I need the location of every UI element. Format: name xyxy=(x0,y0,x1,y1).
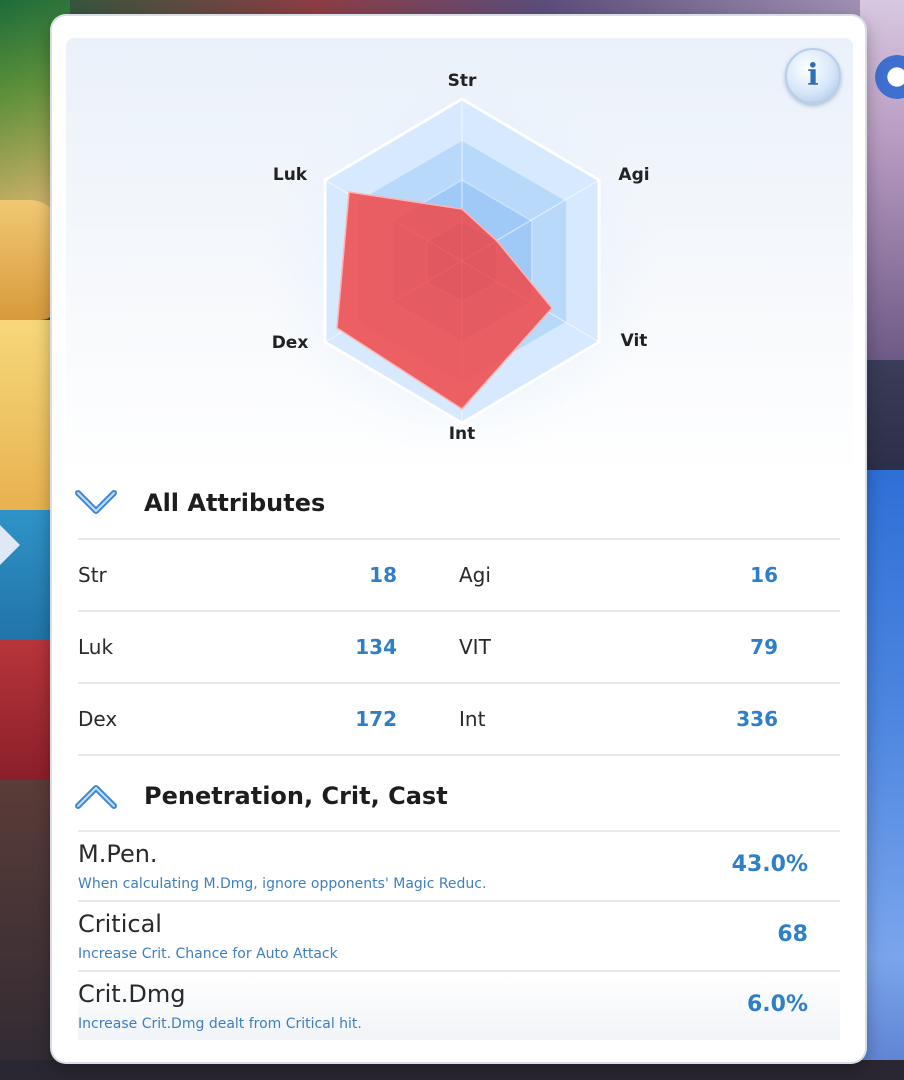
background-scenery xyxy=(860,470,904,1080)
attribute-name: Agi xyxy=(459,563,491,587)
list-item: Critical Increase Crit. Chance for Auto … xyxy=(78,900,840,970)
attribute-value: 18 xyxy=(369,563,397,587)
table-row: Luk 134 VIT 79 xyxy=(78,610,840,682)
stat-name: Crit.Dmg xyxy=(78,980,186,1008)
attributes-panel: Str Agi Vit Int Dex Luk i All Attributes… xyxy=(52,16,865,1062)
stat-value: 6.0% xyxy=(746,992,808,1017)
attribute-value: 172 xyxy=(355,707,397,731)
stat-description: Increase Crit. Chance for Auto Attack xyxy=(78,946,338,962)
attribute-name: Str xyxy=(78,563,107,587)
info-button[interactable]: i xyxy=(785,48,841,104)
attribute-value: 336 xyxy=(736,707,778,731)
background-scenery xyxy=(0,1060,904,1080)
attribute-int: Int 336 xyxy=(459,684,840,754)
background-scenery xyxy=(860,360,904,480)
attribute-agi: Agi 16 xyxy=(459,540,840,610)
background-scenery xyxy=(0,780,60,1080)
attributes-table: Str 18 Agi 16 Luk 134 VIT 79 Dex 172 Int… xyxy=(78,538,840,756)
attribute-dex: Dex 172 xyxy=(78,684,459,754)
stat-value: 43.0% xyxy=(731,852,808,877)
section-title: All Attributes xyxy=(144,489,326,517)
stat-name: M.Pen. xyxy=(78,840,158,868)
stat-description: Increase Crit.Dmg dealt from Critical hi… xyxy=(78,1016,362,1032)
list-item: M.Pen. When calculating M.Dmg, ignore op… xyxy=(78,830,840,900)
background-scenery xyxy=(0,200,60,320)
background-scenery xyxy=(0,510,60,660)
radar-label-vit: Vit xyxy=(621,331,648,351)
attribute-value: 79 xyxy=(750,635,778,659)
stat-value: 68 xyxy=(777,922,808,947)
radar-label-int: Int xyxy=(449,424,476,444)
penetration-stats-list: M.Pen. When calculating M.Dmg, ignore op… xyxy=(78,830,840,1040)
radar-label-dex: Dex xyxy=(272,333,309,353)
section-header-attributes[interactable]: All Attributes xyxy=(72,468,842,538)
attribute-radar-chart: Str Agi Vit Int Dex Luk xyxy=(262,61,662,461)
background-scenery xyxy=(860,0,904,360)
section-title: Penetration, Crit, Cast xyxy=(144,782,448,810)
attribute-name: Luk xyxy=(78,635,114,659)
radar-label-luk: Luk xyxy=(273,165,308,185)
background-scenery xyxy=(0,320,60,520)
attribute-value: 134 xyxy=(355,635,397,659)
table-row: Dex 172 Int 336 xyxy=(78,682,840,756)
background-scenery xyxy=(0,640,60,780)
attribute-str: Str 18 xyxy=(78,540,459,610)
attribute-name: VIT xyxy=(459,635,491,659)
attribute-name: Dex xyxy=(78,707,118,731)
list-item: Crit.Dmg Increase Crit.Dmg dealt from Cr… xyxy=(78,970,840,1040)
table-row: Str 18 Agi 16 xyxy=(78,538,840,610)
chevron-up-icon xyxy=(75,785,117,809)
attribute-vit: VIT 79 xyxy=(459,612,840,682)
chevron-down-icon xyxy=(75,490,117,514)
section-header-penetration[interactable]: Penetration, Crit, Cast xyxy=(72,761,842,831)
attribute-value: 16 xyxy=(750,563,778,587)
info-icon: i xyxy=(807,58,819,93)
attribute-name: Int xyxy=(459,707,486,731)
radar-label-str: Str xyxy=(448,71,477,91)
stat-description: When calculating M.Dmg, ignore opponents… xyxy=(78,876,487,892)
radar-label-agi: Agi xyxy=(618,165,649,185)
attribute-luk: Luk 134 xyxy=(78,612,459,682)
stat-name: Critical xyxy=(78,910,162,938)
